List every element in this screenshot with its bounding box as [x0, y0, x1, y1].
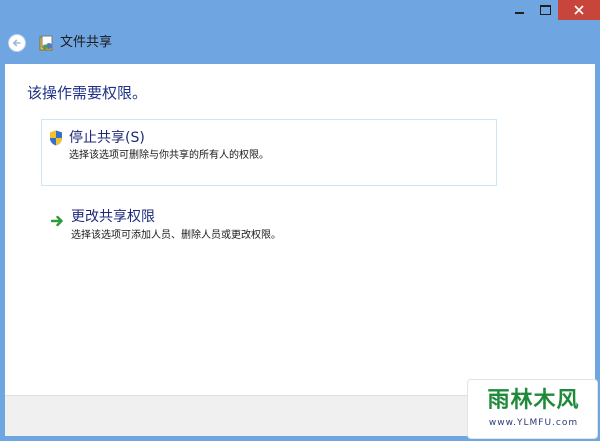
watermark-url: www.YLMFU.com [488, 418, 579, 428]
close-button[interactable] [558, 0, 600, 20]
stop-sharing-option[interactable]: 停止共享(S) 选择该选项可删除与你共享的所有人的权限。 [41, 119, 497, 186]
maximize-icon [539, 5, 551, 15]
change-permissions-description: 选择该选项可添加人员、删除人员或更改权限。 [71, 230, 281, 241]
stop-sharing-description: 选择该选项可删除与你共享的所有人的权限。 [69, 150, 269, 161]
permission-heading: 该操作需要权限。 [27, 84, 148, 102]
minimize-icon [514, 12, 524, 14]
watermark-logo-text: 雨林木风 [487, 388, 580, 413]
stop-sharing-title: 停止共享(S) [69, 130, 145, 146]
change-permissions-title: 更改共享权限 [71, 209, 155, 225]
maximize-button[interactable] [532, 0, 558, 20]
file-sharing-icon [39, 35, 53, 51]
green-arrow-icon [51, 215, 63, 227]
minimize-button[interactable] [506, 0, 532, 20]
back-button[interactable] [8, 34, 26, 52]
change-permissions-option[interactable]: 更改共享权限 选择该选项可添加人员、删除人员或更改权限。 [41, 200, 497, 267]
site-watermark: 雨林木风 www.YLMFU.com [467, 379, 598, 439]
back-arrow-icon [12, 39, 21, 47]
uac-shield-icon [50, 130, 62, 146]
close-icon [574, 5, 584, 15]
window-title: 文件共享 [60, 35, 113, 50]
content-pane: 该操作需要权限。 停止共享(S) 选择该选项可删除与你共享的所有人的权限。 更改… [5, 64, 595, 395]
file-sharing-window: 文件共享 该操作需要权限。 停止共享(S) 选择该选项可删除与你共享的所有人的权… [0, 0, 600, 441]
